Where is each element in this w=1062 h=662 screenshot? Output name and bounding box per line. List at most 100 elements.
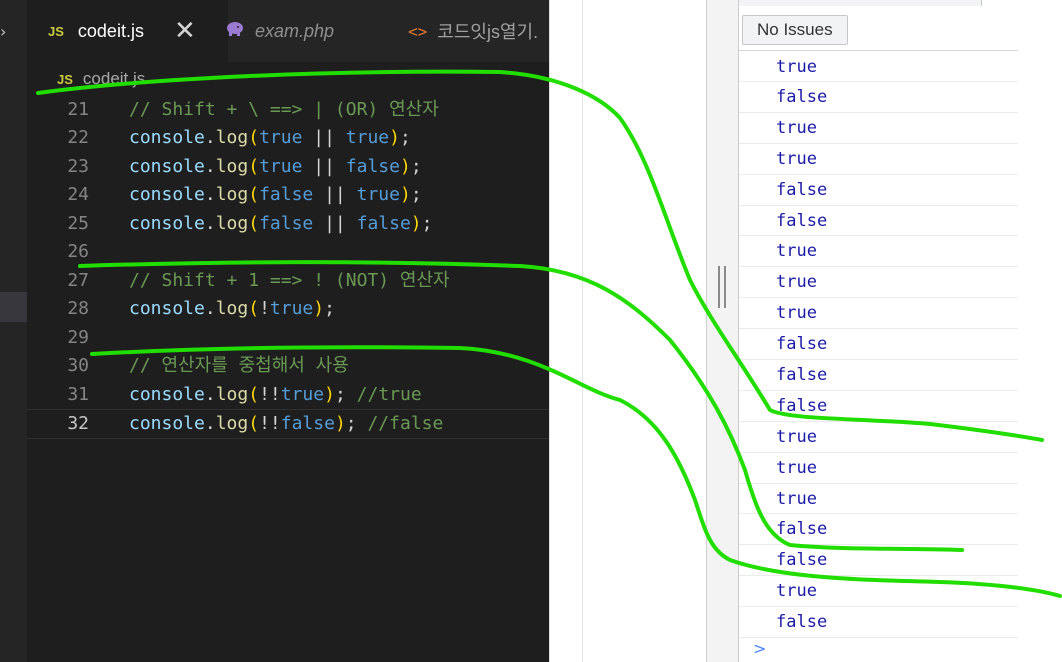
code-token: . (204, 212, 216, 234)
code-token: . (204, 383, 216, 405)
code-token: false (259, 184, 314, 206)
code-editor: › JS codeit.js ✕ exam.php <> 코드잇js열기. JS… (0, 0, 549, 662)
code-line[interactable]: 30 // 연산자를 중첩해서 사용 (27, 352, 549, 380)
code-line[interactable]: 27 // Shift + 1 ==> ! (NOT) 연산자 (27, 267, 549, 295)
breadcrumb-file[interactable]: codeit.js (83, 69, 145, 89)
code-token: ( (248, 383, 260, 405)
console-log-row: false (739, 206, 1019, 237)
code-token: log (215, 298, 249, 320)
console-log-row: true (739, 484, 1019, 515)
console-log-row: false (739, 360, 1019, 391)
console-log-row: false (739, 545, 1019, 577)
code-token: true (280, 383, 325, 405)
console-log-row: true (739, 298, 1019, 330)
breadcrumb: JS codeit.js (27, 62, 549, 96)
code-token: ) (334, 412, 346, 434)
activity-bar-selected-item[interactable] (0, 292, 27, 322)
code-line[interactable]: 28 console.log(!true); (27, 295, 549, 323)
code-text: // Shift + \ ==> | (OR) 연산자 (129, 96, 439, 124)
console-log-row: true (739, 113, 1019, 144)
code-token: true (259, 155, 303, 177)
console-log-row: true (739, 453, 1019, 484)
code-token: ; (410, 184, 422, 206)
code-token: || (302, 127, 346, 149)
code-token: . (204, 184, 216, 206)
js-file-icon: JS (48, 23, 64, 39)
code-text: // 연산자를 중첩해서 사용 (129, 352, 349, 380)
console-log: true false true true false false true true true f… (739, 52, 1019, 639)
code-token: ( (248, 412, 260, 434)
code-text: console.log(!!false); //false (129, 410, 443, 438)
line-number: 23 (67, 155, 89, 177)
code-token: ) (389, 127, 400, 149)
code-token: true (259, 127, 303, 149)
line-number: 24 (67, 184, 89, 206)
tab-codeit-open[interactable]: <> 코드잇js열기. (391, 0, 549, 62)
code-token: || (313, 184, 357, 206)
tab-label: codeit.js (77, 20, 144, 41)
tab-label: exam.php (255, 20, 335, 41)
console-log-row: true (739, 422, 1019, 453)
code-token: false (280, 412, 335, 434)
code-token: true (269, 298, 314, 320)
code-text: console.log(true || false); (129, 153, 422, 181)
code-line[interactable]: 21 // Shift + \ ==> | (OR) 연산자 (27, 96, 549, 124)
devtools-console: No Issues true false true true false false tru… (738, 0, 1019, 662)
js-file-icon: JS (57, 71, 73, 87)
tab-exam-php[interactable]: exam.php (208, 0, 408, 62)
console-log-row: false (739, 175, 1019, 206)
code-line[interactable]: 29 (27, 324, 549, 352)
code-token: ( (248, 155, 260, 177)
code-text: console.log(false || false); (129, 210, 432, 238)
issues-button[interactable]: No Issues (742, 15, 848, 45)
code-token: ) (399, 184, 411, 206)
code-token: // 연산자를 중첩해서 사용 (129, 355, 349, 377)
code-line[interactable]: 24 console.log(false || true); (27, 181, 549, 209)
code-token: ) (313, 298, 325, 320)
code-line[interactable]: 22 console.log(true || true); (27, 124, 549, 152)
console-log-row: false (739, 329, 1019, 361)
code-text: console.log(true || true); (129, 124, 411, 152)
console-log-row: true (739, 52, 1019, 82)
code-line[interactable]: 32 console.log(!!false); //false (27, 408, 549, 439)
line-number: 32 (67, 412, 89, 434)
code-token: //false (367, 412, 444, 434)
browser-page-area (549, 0, 707, 662)
console-log-row: false (739, 82, 1019, 113)
code-token: ( (248, 298, 260, 320)
close-icon[interactable]: ✕ (174, 16, 196, 46)
code-token: ; (334, 383, 357, 405)
devtools-splitter[interactable] (706, 0, 739, 662)
code-token: log (215, 383, 249, 405)
code-text: // Shift + 1 ==> ! (NOT) 연산자 (129, 267, 450, 295)
code-token: . (204, 127, 216, 149)
code-token: ; (421, 212, 433, 234)
code-token: . (204, 412, 216, 434)
code-token: //true (356, 383, 422, 405)
console-log-row: true (739, 576, 1019, 608)
code-token: console (129, 127, 205, 149)
code-token: true (356, 184, 400, 206)
code-token: ; (345, 412, 368, 434)
code-area[interactable]: 21// Shift + \ ==> | (OR) 연산자 22 console.l… (27, 96, 549, 662)
code-token: true (345, 127, 390, 149)
drag-handle-icon[interactable] (718, 266, 726, 308)
tab-codeit-js[interactable]: JS codeit.js ✕ (27, 0, 228, 62)
code-token: console (129, 184, 205, 206)
code-token: ) (410, 212, 422, 234)
code-token: ; (324, 298, 335, 320)
console-prompt-icon[interactable]: > (753, 639, 766, 658)
code-token: ) (399, 155, 411, 177)
code-line[interactable]: 31 console.log(!!true); //true (27, 381, 549, 409)
code-token: console (129, 298, 205, 320)
code-line[interactable]: 26 (27, 238, 549, 266)
code-line[interactable]: 23 console.log(true || false); (27, 153, 549, 181)
console-toolbar: No Issues (739, 6, 1019, 51)
page-divider (582, 0, 583, 662)
chevron-right-icon[interactable]: › (0, 22, 6, 41)
php-elephant-icon (225, 21, 245, 42)
code-line[interactable]: 25 console.log(false || false); (27, 210, 549, 238)
console-log-row: true (739, 236, 1019, 268)
code-token: false (345, 155, 400, 177)
console-log-row: false (739, 514, 1019, 546)
